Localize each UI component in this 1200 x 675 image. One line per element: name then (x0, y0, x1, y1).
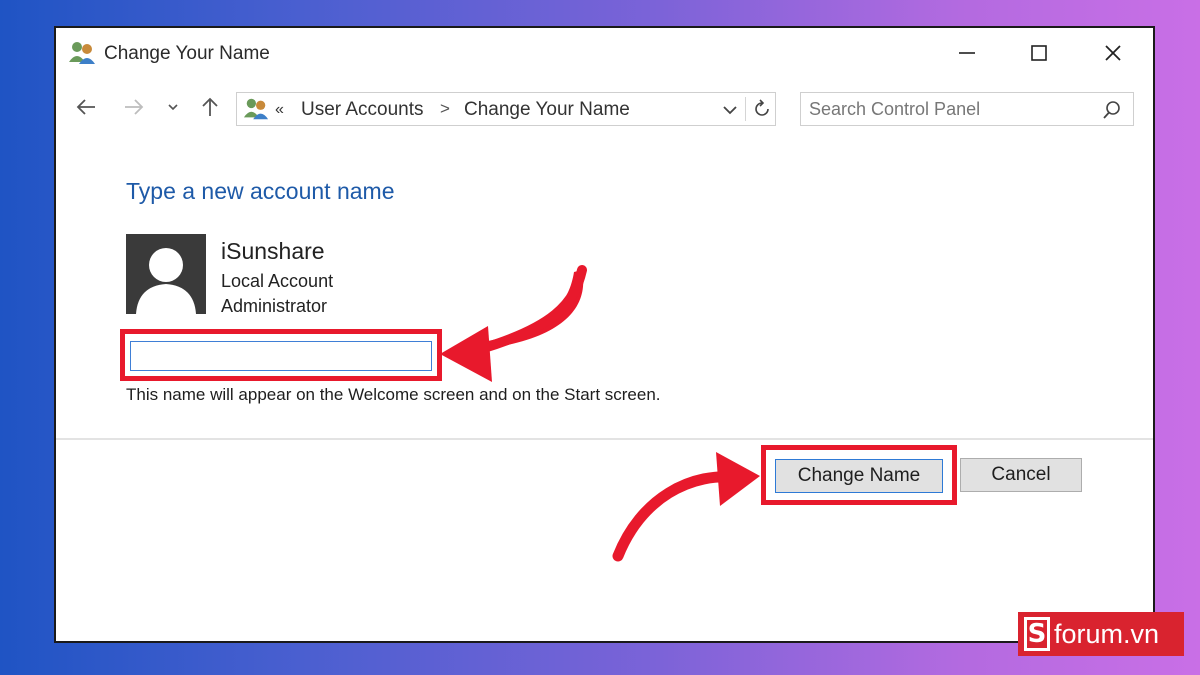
refresh-icon[interactable] (751, 98, 773, 120)
back-arrow-icon (76, 99, 95, 115)
user-icon (136, 248, 196, 314)
cancel-button[interactable]: Cancel (960, 458, 1082, 492)
forward-button[interactable] (120, 92, 148, 122)
sforum-s-icon: S (1024, 617, 1050, 651)
navigation-bar: « User Accounts > Change Your Name (56, 86, 1153, 130)
breadcrumb-overflow[interactable]: « (275, 101, 284, 119)
input-highlight-box (120, 329, 442, 381)
address-bar[interactable]: « User Accounts > Change Your Name (236, 92, 776, 126)
title-bar: Change Your Name (56, 28, 1153, 78)
button-highlight-box: Change Name (761, 445, 957, 505)
close-button[interactable] (1082, 34, 1144, 72)
sforum-logo: S forum.vn (1018, 612, 1184, 656)
window-title: Change Your Name (104, 43, 270, 64)
chevron-down-icon[interactable] (719, 99, 741, 121)
search-icon[interactable] (1101, 99, 1123, 121)
change-name-window: Change Your Name « User Accounts > Chang… (54, 26, 1155, 643)
forward-arrow-icon (125, 99, 144, 115)
sforum-logo-text: forum.vn (1054, 618, 1160, 649)
breadcrumb-change-your-name[interactable]: Change Your Name (464, 99, 630, 121)
back-button[interactable] (72, 92, 100, 122)
address-divider (745, 97, 746, 121)
minimize-button[interactable] (936, 34, 998, 72)
change-name-button[interactable]: Change Name (775, 459, 943, 493)
avatar (126, 234, 206, 314)
close-icon (1105, 45, 1121, 61)
section-divider (56, 438, 1153, 440)
page-heading: Type a new account name (126, 178, 395, 204)
account-name: iSunshare (221, 238, 325, 264)
chevron-down-icon (168, 104, 178, 111)
user-accounts-icon (243, 98, 269, 120)
search-input[interactable] (809, 97, 1089, 121)
maximize-button[interactable] (1008, 34, 1070, 72)
up-button[interactable] (196, 92, 224, 122)
new-account-name-input[interactable] (130, 341, 432, 371)
name-hint-text: This name will appear on the Welcome scr… (126, 385, 661, 404)
user-accounts-icon (69, 42, 95, 64)
breadcrumb-user-accounts[interactable]: User Accounts (301, 99, 424, 121)
account-type: Local Account (221, 271, 334, 291)
breadcrumb-separator: > (440, 99, 450, 118)
maximize-icon (1031, 45, 1047, 61)
minimize-icon (959, 52, 975, 54)
up-arrow-icon (202, 97, 218, 116)
recent-locations-button[interactable] (162, 92, 184, 122)
account-role: Administrator (221, 296, 328, 316)
search-box[interactable] (800, 92, 1134, 126)
